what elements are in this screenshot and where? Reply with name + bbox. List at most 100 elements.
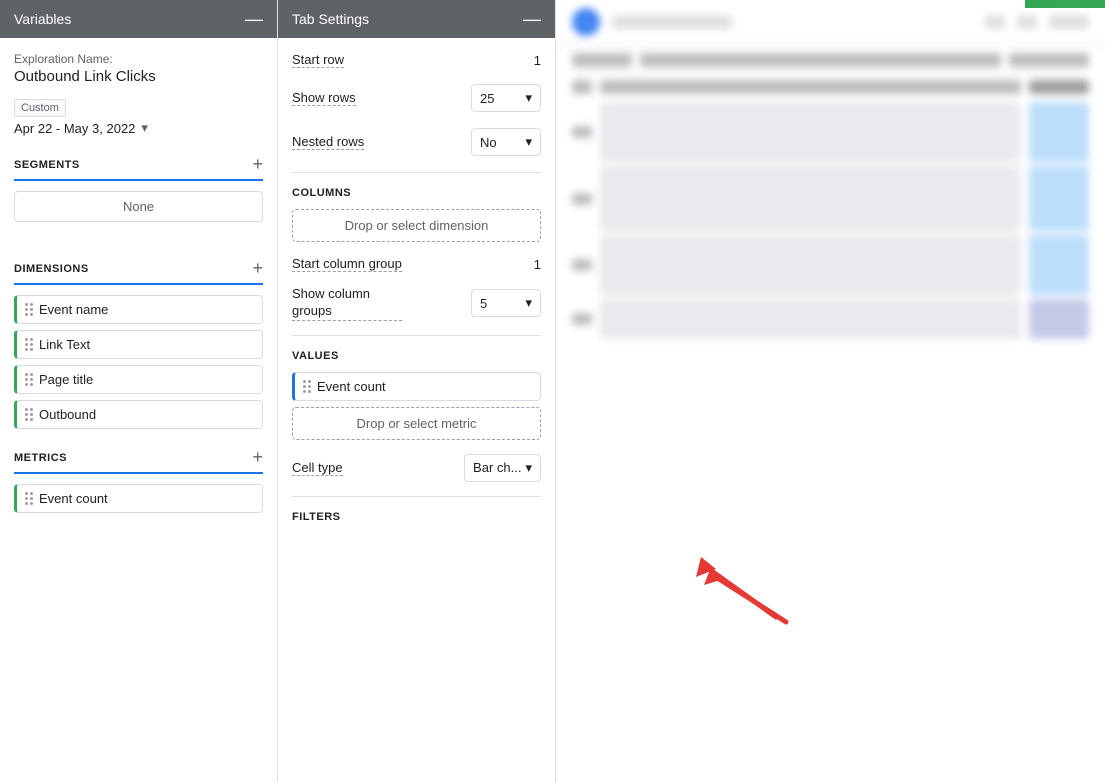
exploration-name-label: Exploration Name: xyxy=(14,52,263,66)
drag-handle-icon xyxy=(25,492,33,505)
start-column-group-row: Start column group 1 xyxy=(292,256,541,272)
date-range-wrapper: Custom Apr 22 - May 3, 2022 ▾ xyxy=(14,99,263,136)
totals-data xyxy=(600,80,1021,94)
settings-title: Tab Settings xyxy=(292,11,369,27)
row-num-1 xyxy=(572,126,592,138)
show-rows-select[interactable]: 25 ▾ xyxy=(471,84,541,112)
data-header xyxy=(556,0,1105,45)
settings-panel-body: Start row 1 Show rows 25 ▾ Nested rows N… xyxy=(278,38,555,547)
date-range-custom-label: Custom xyxy=(14,99,66,117)
drag-handle-icon xyxy=(25,373,33,386)
drag-handle-icon xyxy=(25,408,33,421)
row-data-2 xyxy=(600,166,1021,231)
values-section-title: VALUES xyxy=(292,350,541,362)
variables-title: Variables xyxy=(14,11,71,27)
settings-minimize-icon[interactable]: — xyxy=(523,10,541,28)
nested-rows-row: Nested rows No ▾ xyxy=(292,128,541,156)
dimension-item-link-text[interactable]: Link Text xyxy=(14,330,263,359)
segments-header: SEGMENTS + xyxy=(14,154,263,181)
exploration-name-value: Outbound Link Clicks xyxy=(14,68,263,85)
nested-rows-value: No xyxy=(480,135,497,150)
row-val-3 xyxy=(1029,235,1089,295)
metrics-section: METRICS + Event count xyxy=(14,447,263,513)
columns-divider xyxy=(292,172,541,173)
data-panel xyxy=(556,0,1105,782)
date-range-text: Apr 22 - May 3, 2022 xyxy=(14,121,135,136)
segments-title: SEGMENTS xyxy=(14,159,80,171)
nested-rows-select[interactable]: No ▾ xyxy=(471,128,541,156)
dimensions-section: DIMENSIONS + Event name xyxy=(14,258,263,429)
start-column-group-value: 1 xyxy=(534,257,541,272)
dimensions-add-icon[interactable]: + xyxy=(252,258,263,279)
totals-row xyxy=(572,80,1089,94)
row-data-4 xyxy=(600,299,1021,339)
segments-section: SEGMENTS + None xyxy=(14,154,263,240)
show-rows-row: Show rows 25 ▾ xyxy=(292,84,541,112)
row-data-3 xyxy=(600,235,1021,295)
metric-label-event-count: Event count xyxy=(39,491,108,506)
segment-none-button[interactable]: None xyxy=(14,191,263,222)
date-range-chevron-icon: ▾ xyxy=(141,120,148,136)
row-num-4 xyxy=(572,313,592,325)
data-table xyxy=(556,45,1105,351)
show-column-groups-chevron-icon: ▾ xyxy=(525,295,532,311)
table-row xyxy=(572,299,1089,339)
table-row xyxy=(572,102,1089,162)
col-header-1 xyxy=(572,53,632,67)
values-divider xyxy=(292,335,541,336)
col-header-3 xyxy=(1009,53,1089,67)
drop-metric-button[interactable]: Drop or select metric xyxy=(292,407,541,440)
dimension-label-link-text: Link Text xyxy=(39,337,90,352)
header-btn2-placeholder xyxy=(1017,15,1037,29)
dimension-item-page-title[interactable]: Page title xyxy=(14,365,263,394)
value-label-event-count: Event count xyxy=(317,379,386,394)
start-column-group-label: Start column group xyxy=(292,256,402,272)
show-rows-value: 25 xyxy=(480,91,494,106)
totals-value xyxy=(1029,80,1089,94)
dimension-item-outbound[interactable]: Outbound xyxy=(14,400,263,429)
row-num-3 xyxy=(572,259,592,271)
row-val-2 xyxy=(1029,166,1089,231)
show-column-groups-select[interactable]: 5 ▾ xyxy=(471,289,541,317)
nested-rows-label: Nested rows xyxy=(292,134,364,150)
variables-minimize-icon[interactable]: — xyxy=(245,10,263,28)
show-rows-label: Show rows xyxy=(292,90,356,106)
table-header-row xyxy=(572,53,1089,74)
row-num-2 xyxy=(572,193,592,205)
settings-panel: Tab Settings — Start row 1 Show rows 25 … xyxy=(278,0,556,782)
cell-type-select[interactable]: Bar ch... ▾ xyxy=(464,454,541,482)
metric-item-event-count[interactable]: Event count xyxy=(14,484,263,513)
start-row-label: Start row xyxy=(292,52,344,68)
header-btn1-placeholder xyxy=(985,15,1005,29)
dimension-label-page-title: Page title xyxy=(39,372,93,387)
drag-handle-icon xyxy=(303,380,311,393)
row-data-1 xyxy=(600,102,1021,162)
table-row xyxy=(572,166,1089,231)
start-row-value: 1 xyxy=(534,53,541,68)
date-range-selector[interactable]: Apr 22 - May 3, 2022 ▾ xyxy=(14,120,263,136)
variables-panel: Variables — Exploration Name: Outbound L… xyxy=(0,0,278,782)
start-row-row: Start row 1 xyxy=(292,52,541,68)
cell-type-value: Bar ch... xyxy=(473,460,521,475)
filters-section-title: FILTERS xyxy=(292,511,541,523)
show-column-groups-value: 5 xyxy=(480,296,487,311)
col-header-2 xyxy=(640,53,1001,67)
metrics-header: METRICS + xyxy=(14,447,263,474)
dimension-item-event-name[interactable]: Event name xyxy=(14,295,263,324)
table-row xyxy=(572,235,1089,295)
show-column-groups-label: Show column groups xyxy=(292,286,402,321)
filters-divider xyxy=(292,496,541,497)
drop-dimension-button[interactable]: Drop or select dimension xyxy=(292,209,541,242)
row-val-4 xyxy=(1029,299,1089,339)
show-rows-chevron-icon: ▾ xyxy=(525,90,532,106)
dimensions-title: DIMENSIONS xyxy=(14,263,89,275)
segments-add-icon[interactable]: + xyxy=(252,154,263,175)
metrics-title: METRICS xyxy=(14,452,67,464)
variables-panel-header: Variables — xyxy=(0,0,277,38)
show-column-groups-row: Show column groups 5 ▾ xyxy=(292,286,541,321)
metrics-add-icon[interactable]: + xyxy=(252,447,263,468)
cell-type-row: Cell type Bar ch... ▾ xyxy=(292,454,541,482)
totals-label xyxy=(572,80,592,94)
drag-handle-icon xyxy=(25,338,33,351)
value-item-event-count[interactable]: Event count xyxy=(292,372,541,401)
